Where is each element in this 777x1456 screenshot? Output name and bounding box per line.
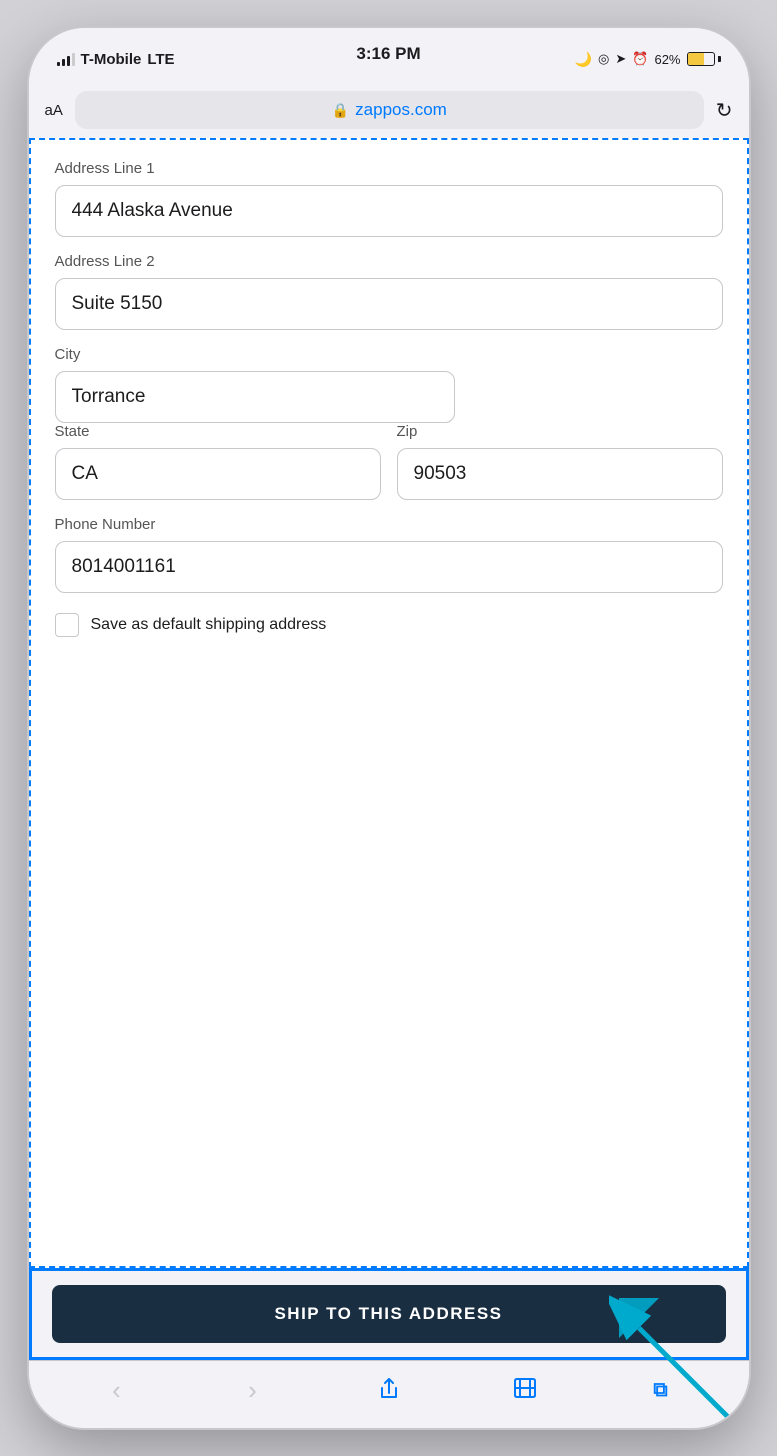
refresh-button[interactable]: ↻ bbox=[716, 98, 733, 123]
ship-to-address-button[interactable]: SHIP TO THIS ADDRESS bbox=[52, 1285, 726, 1343]
forward-button[interactable]: › bbox=[231, 1369, 275, 1413]
forward-icon: › bbox=[248, 1375, 257, 1406]
city-label: City bbox=[55, 346, 723, 363]
back-button[interactable]: ‹ bbox=[95, 1369, 139, 1413]
main-body: Address Line 1 Address Line 2 City State… bbox=[29, 138, 749, 1360]
network-label: LTE bbox=[147, 51, 174, 68]
city-input[interactable] bbox=[55, 371, 456, 423]
submit-area: SHIP TO THIS ADDRESS bbox=[29, 1268, 749, 1360]
arrow-icon: ➤ bbox=[615, 51, 626, 67]
lock-icon: 🔒 bbox=[332, 102, 349, 119]
bookmarks-button[interactable] bbox=[503, 1369, 547, 1413]
battery-percent: 62% bbox=[654, 52, 680, 67]
default-address-row: Save as default shipping address bbox=[55, 613, 723, 645]
url-text: zappos.com bbox=[355, 100, 447, 120]
time-display: 3:16 PM bbox=[356, 44, 420, 64]
bookmarks-icon bbox=[513, 1377, 537, 1405]
browser-bar: aA 🔒 zappos.com ↻ bbox=[29, 82, 749, 138]
location-icon: ◎ bbox=[598, 51, 609, 67]
battery-icon bbox=[687, 52, 721, 66]
back-icon: ‹ bbox=[112, 1375, 121, 1406]
signal-icon bbox=[57, 52, 75, 66]
status-right: 🌙 ◎ ➤ ⏰ 62% bbox=[575, 51, 721, 68]
share-button[interactable] bbox=[367, 1369, 411, 1413]
status-bar: T-Mobile LTE 3:16 PM 🌙 ◎ ➤ ⏰ 62% bbox=[29, 28, 749, 82]
state-label: State bbox=[55, 423, 381, 440]
default-address-label: Save as default shipping address bbox=[91, 616, 327, 634]
default-address-checkbox[interactable] bbox=[55, 613, 79, 637]
phone-frame: T-Mobile LTE 3:16 PM 🌙 ◎ ➤ ⏰ 62% aA 🔒 za… bbox=[29, 28, 749, 1428]
moon-icon: 🌙 bbox=[575, 51, 592, 68]
state-group: State bbox=[55, 423, 381, 500]
tabs-icon: ⧉ bbox=[653, 1379, 667, 1402]
zip-label: Zip bbox=[397, 423, 723, 440]
status-left: T-Mobile LTE bbox=[57, 51, 175, 68]
phone-label: Phone Number bbox=[55, 516, 723, 533]
phone-input[interactable] bbox=[55, 541, 723, 593]
address-line1-input[interactable] bbox=[55, 185, 723, 237]
address-line2-input[interactable] bbox=[55, 278, 723, 330]
carrier-label: T-Mobile bbox=[81, 51, 142, 68]
font-size-control[interactable]: aA bbox=[45, 102, 63, 119]
zip-input[interactable] bbox=[397, 448, 723, 500]
browser-toolbar: ‹ › ⧉ bbox=[29, 1360, 749, 1428]
address-line2-label: Address Line 2 bbox=[55, 253, 723, 270]
state-input[interactable] bbox=[55, 448, 381, 500]
tabs-button[interactable]: ⧉ bbox=[639, 1369, 683, 1413]
zip-group: Zip bbox=[397, 423, 723, 500]
address-line1-label: Address Line 1 bbox=[55, 160, 723, 177]
address-form: Address Line 1 Address Line 2 City State… bbox=[29, 138, 749, 1268]
url-bar[interactable]: 🔒 zappos.com bbox=[75, 91, 704, 129]
share-icon bbox=[378, 1375, 400, 1407]
alarm-icon: ⏰ bbox=[632, 51, 648, 67]
